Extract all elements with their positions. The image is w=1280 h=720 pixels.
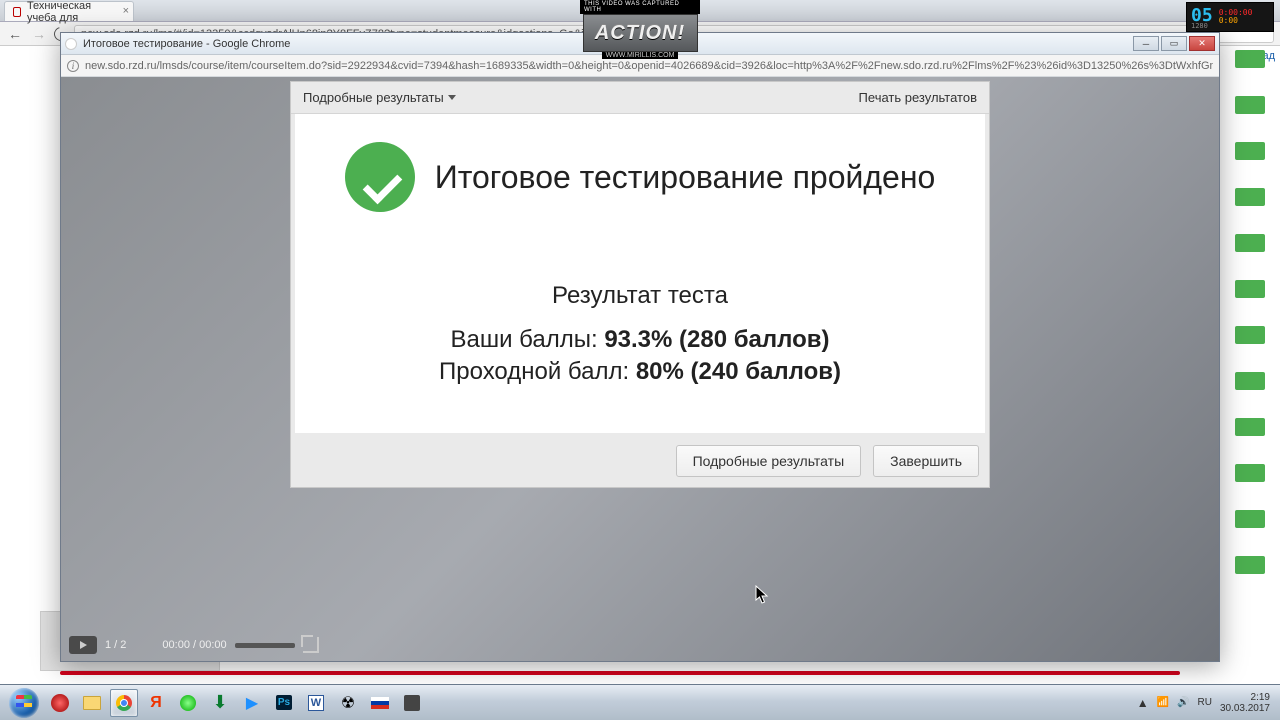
- result-heading: Результат теста: [325, 282, 955, 310]
- tab-title: Техническая учеба для: [27, 0, 115, 24]
- side-tab[interactable]: [1235, 372, 1265, 390]
- red-divider: [60, 671, 1180, 675]
- taskbar-app-icon[interactable]: [46, 689, 74, 717]
- side-tab[interactable]: [1235, 188, 1265, 206]
- content-toolbar: Подробные результаты Печать результатов: [291, 82, 989, 114]
- pass-prefix: Проходной балл:: [439, 358, 636, 385]
- system-tray[interactable]: ▲ 📶 🔊 RU 2:19 30.03.2017: [1137, 692, 1274, 714]
- clock[interactable]: 2:19 30.03.2017: [1220, 692, 1270, 714]
- recorder-hud: 05 0:00:00 0:00 1280: [1186, 2, 1274, 32]
- side-tab[interactable]: [1235, 418, 1265, 436]
- side-tab[interactable]: [1235, 326, 1265, 344]
- tray-flag-icon[interactable]: ▲: [1137, 696, 1149, 710]
- side-tab[interactable]: [1235, 50, 1265, 68]
- details-dropdown[interactable]: Подробные результаты: [303, 90, 456, 105]
- progress-bar[interactable]: [235, 643, 295, 648]
- finish-button[interactable]: Завершить: [873, 445, 979, 477]
- time-indicator: 00:00 / 00:00: [162, 639, 226, 651]
- taskbar-app-icon[interactable]: ⬇: [206, 689, 234, 717]
- popup-titlebar[interactable]: Итоговое тестирование - Google Chrome ─ …: [61, 33, 1219, 55]
- popup-title-text: Итоговое тестирование - Google Chrome: [83, 38, 290, 50]
- side-tab[interactable]: [1235, 96, 1265, 114]
- side-tab[interactable]: [1235, 464, 1265, 482]
- maximize-button[interactable]: ▭: [1161, 36, 1187, 51]
- print-results-link[interactable]: Печать результатов: [859, 90, 977, 105]
- tray-network-icon[interactable]: 📶: [1157, 697, 1169, 708]
- player-bar: 1 / 2 00:00 / 00:00: [69, 635, 1211, 655]
- clock-date: 30.03.2017: [1220, 703, 1270, 714]
- pass-value: 80% (240 баллов): [636, 358, 841, 385]
- taskbar-chrome-icon[interactable]: [110, 689, 138, 717]
- pass-line: Проходной балл: 80% (240 баллов): [325, 356, 955, 388]
- taskbar-app-icon[interactable]: [174, 689, 202, 717]
- taskbar-app-icon[interactable]: ☢: [334, 689, 362, 717]
- score-value: 93.3% (280 баллов): [604, 326, 829, 353]
- page-indicator: 1 / 2: [105, 639, 126, 651]
- fullscreen-icon[interactable]: [303, 637, 319, 653]
- side-tab[interactable]: [1235, 280, 1265, 298]
- taskbar-word-icon[interactable]: W: [302, 689, 330, 717]
- passed-title: Итоговое тестирование пройдено: [435, 158, 936, 196]
- popup-window: Итоговое тестирование - Google Chrome ─ …: [60, 32, 1220, 662]
- tray-volume-icon[interactable]: 🔊: [1177, 697, 1189, 708]
- input-language[interactable]: RU: [1197, 697, 1211, 708]
- chrome-favicon: [65, 38, 77, 50]
- taskbar-photoshop-icon[interactable]: Ps: [270, 689, 298, 717]
- content-frame: Подробные результаты Печать результатов …: [290, 81, 990, 488]
- windows-orb-icon: [9, 688, 39, 718]
- score-prefix: Ваши баллы:: [450, 326, 604, 353]
- minimize-button[interactable]: ─: [1133, 36, 1159, 51]
- side-tab[interactable]: [1235, 234, 1265, 252]
- popup-url-text: new.sdo.rzd.ru/lmsds/course/item/courseI…: [85, 60, 1213, 72]
- start-button[interactable]: [6, 688, 42, 718]
- browser-tab[interactable]: Техническая учеба для ×: [4, 1, 134, 21]
- hud-dim: 1280: [1191, 22, 1208, 30]
- clock-time: 2:19: [1220, 692, 1270, 703]
- site-info-icon[interactable]: i: [67, 60, 79, 72]
- checkmark-icon: [345, 142, 415, 212]
- side-tab[interactable]: [1235, 510, 1265, 528]
- popup-address-bar[interactable]: i new.sdo.rzd.ru/lmsds/course/item/cours…: [61, 55, 1219, 77]
- close-tab-icon[interactable]: ×: [123, 5, 129, 17]
- content-footer: Подробные результаты Завершить: [291, 437, 989, 487]
- taskbar[interactable]: Я ⬇ ▶ Ps W ☢ ▲ 📶 🔊 RU 2:19 30.03.2017: [0, 684, 1280, 720]
- side-green-tabs: [1235, 45, 1265, 680]
- hud-subtimer: 0:00: [1219, 17, 1253, 25]
- taskbar-app-icon[interactable]: [366, 689, 394, 717]
- close-button[interactable]: ✕: [1189, 36, 1215, 51]
- details-button[interactable]: Подробные результаты: [676, 445, 862, 477]
- taskbar-app-icon[interactable]: [398, 689, 426, 717]
- taskbar-app-icon[interactable]: [78, 689, 106, 717]
- taskbar-yandex-icon[interactable]: Я: [142, 689, 170, 717]
- side-tab[interactable]: [1235, 556, 1265, 574]
- mouse-cursor: [755, 585, 769, 605]
- popup-body: Подробные результаты Печать результатов …: [61, 77, 1219, 661]
- dropdown-label: Подробные результаты: [303, 90, 444, 105]
- play-button[interactable]: [69, 636, 97, 654]
- back-icon[interactable]: ←: [6, 25, 24, 43]
- side-tab[interactable]: [1235, 142, 1265, 160]
- result-card: Итоговое тестирование пройдено Результат…: [295, 114, 985, 433]
- chevron-down-icon: [448, 95, 456, 100]
- score-line: Ваши баллы: 93.3% (280 баллов): [325, 324, 955, 356]
- forward-icon[interactable]: →: [30, 25, 48, 43]
- tab-favicon: [13, 7, 21, 17]
- outer-tab-strip: Техническая учеба для ×: [0, 0, 1280, 22]
- taskbar-app-icon[interactable]: ▶: [238, 689, 266, 717]
